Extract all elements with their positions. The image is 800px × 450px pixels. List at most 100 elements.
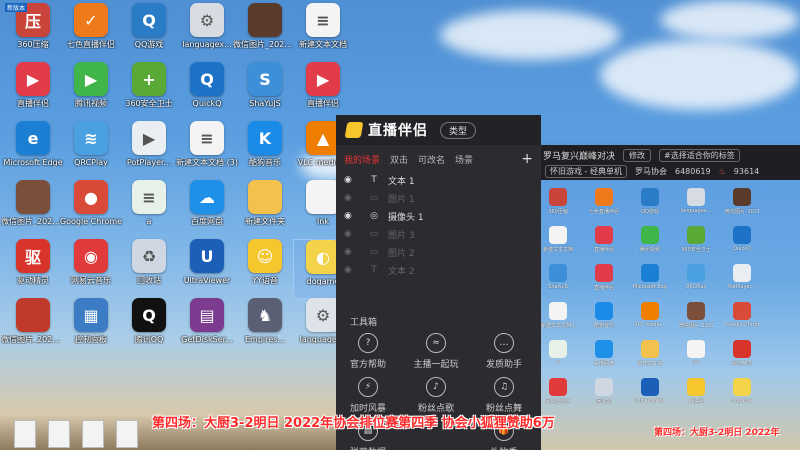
text-file-icon xyxy=(549,340,567,358)
preview-icon-label: 回收站 xyxy=(596,399,612,405)
edit-title-button[interactable]: 修改 xyxy=(623,149,652,162)
tool-storm[interactable]: ⚡ 加时风暴 xyxy=(338,377,398,414)
desktop-icon[interactable]: ♞ Empires... xyxy=(235,298,295,358)
desktop-icon[interactable]: ☁ 百度网盘 xyxy=(177,180,237,240)
taskbar-doc-icon[interactable] xyxy=(14,420,36,448)
desktop-icon[interactable]: ▦ 控制面板 xyxy=(61,298,121,358)
preview-icon: 驱动精灵 xyxy=(727,340,757,372)
tab-scene[interactable]: 场景 xyxy=(455,153,473,166)
stream-info-bar: 罗马复兴巅峰对决 修改 #选择适合你的标签 怀旧游戏 - 经典单机 罗马协会 6… xyxy=(541,145,800,180)
desktop-icon[interactable]: Q 腾讯QQ xyxy=(119,298,179,358)
chrome-icon xyxy=(733,302,751,320)
desktop-icon-label: QQ游戏 xyxy=(134,40,164,49)
source-item[interactable]: ◉ ▭ 图片 3 xyxy=(336,225,541,243)
desktop-icon[interactable]: ≡ 新建文本文档 (3) xyxy=(176,121,238,181)
desktop-icon[interactable]: ▶ 直播伴侣 xyxy=(3,62,63,122)
desktop-icon[interactable]: ≡ 新建文本文档 xyxy=(293,3,353,63)
preview-icon: a xyxy=(543,340,573,372)
tab-double-click[interactable]: 双击 xyxy=(390,153,408,166)
stream-title: 罗马复兴巅峰对决 xyxy=(543,152,616,162)
potplayer-icon: ▶ xyxy=(132,121,166,155)
desktop-icon[interactable]: 新建文件夹 xyxy=(235,180,295,240)
taskbar-doc-icon[interactable] xyxy=(48,420,70,448)
desktop-icon[interactable]: 微信图片_2022010... xyxy=(1,298,65,358)
eye-hidden-icon[interactable]: ◉ xyxy=(344,247,358,257)
desktop-icon-label: 新建文件夹 xyxy=(245,217,285,226)
tool-dance-request[interactable]: ♫ 粉丝点舞 xyxy=(474,377,534,414)
tool-play-together[interactable]: ≈ 主播一起玩 xyxy=(406,333,466,370)
360-guard-icon: + xyxy=(132,62,166,96)
add-scene-button[interactable]: + xyxy=(521,151,533,167)
preview-icon-label: dogame xyxy=(731,398,753,404)
dogame-icon: ◐ xyxy=(306,240,340,274)
desktop-icon[interactable]: 压 360压缩 新版本 xyxy=(3,3,63,63)
desktop-icon[interactable]: ⚙ languagex... xyxy=(177,3,237,63)
eye-hidden-icon[interactable]: ◉ xyxy=(344,193,358,203)
desktop-icon[interactable]: 驱驱动精灵 xyxy=(3,239,63,299)
desktop-icon[interactable]: ▶ 腾讯视频 xyxy=(61,62,121,122)
desktop-icon[interactable]: Q QuickQ xyxy=(177,62,237,122)
tool-more[interactable]: … 发质助手 xyxy=(474,333,534,370)
desktop-icon[interactable]: ☺ YY语音 xyxy=(235,239,295,299)
desktop-icon[interactable]: ▶ PotPlayer... xyxy=(119,121,179,181)
tab-renamable[interactable]: 可改名 xyxy=(418,153,445,166)
desktop-icon[interactable]: 微信图片_2021080... xyxy=(233,3,297,63)
desktop-icon[interactable]: e Microsoft Edge xyxy=(3,121,63,181)
preview-icon-label: languagex... xyxy=(680,208,712,214)
source-item[interactable]: ◉ ▭ 图片 1 xyxy=(336,189,541,207)
eye-hidden-icon[interactable]: ◉ xyxy=(344,265,358,275)
live-assistant-logo-icon xyxy=(344,122,364,138)
preview-icon-label: 网易云音乐 xyxy=(545,399,571,405)
preview-icon: QuickQ xyxy=(727,226,757,258)
preview-icon-label: 微信图片_2021080... xyxy=(725,209,759,215)
desktop-icon[interactable]: ✓ 七色直播伴侣 xyxy=(61,3,121,63)
preview-icon-label: 新建文本文档 (3) xyxy=(541,323,575,329)
eye-hidden-icon[interactable]: ◉ xyxy=(344,229,358,239)
preview-icon: 360压缩 xyxy=(543,188,573,220)
desktop-icon[interactable]: ≡ a xyxy=(119,180,179,240)
desktop-icon[interactable]: 微信图片_2022040... xyxy=(1,180,65,240)
desktop-icon[interactable]: ≋ QRCPlay xyxy=(61,121,121,181)
quickq-icon xyxy=(733,226,751,244)
preview-icon: dogame xyxy=(727,378,757,410)
desktop-icon-label: 回收站 xyxy=(137,276,161,285)
preview-icon-label: 新建文本文档 xyxy=(542,247,573,253)
source-item[interactable]: ◉ T 文本 1 xyxy=(336,171,541,189)
desktop-icon[interactable]: ▤ GetDiskSer... xyxy=(177,298,237,358)
version-badge: 新版本 xyxy=(5,3,28,12)
kugou-icon xyxy=(595,302,613,320)
desktop-icon[interactable]: K 酷狗音乐 xyxy=(235,121,295,181)
desktop-icon[interactable]: ▶ 直播伴侣 xyxy=(293,62,353,122)
desktop-icon[interactable]: ● Google Chrome xyxy=(60,180,122,240)
tab-my-scene[interactable]: 我的场景 xyxy=(344,153,380,166)
category-selector[interactable]: 怀旧游戏 - 经典单机 xyxy=(545,165,627,178)
desktop-icon[interactable]: +360安全卫士 xyxy=(119,62,179,122)
folder-icon xyxy=(641,340,659,358)
image-file-icon xyxy=(16,180,50,214)
source-item[interactable]: ◉ ◎ 摄像头 1 xyxy=(336,207,541,225)
cloud xyxy=(660,0,800,40)
text-file-icon: ≡ xyxy=(132,180,166,214)
tag-selector[interactable]: #选择适合你的标签 xyxy=(659,149,740,162)
tool-song-request[interactable]: ♪ 粉丝点歌 xyxy=(406,377,466,414)
desktop-icon[interactable]: ♻ 回收站 xyxy=(119,239,179,299)
edge-icon xyxy=(641,264,659,282)
desktop-icon-label: 新建文本文档 xyxy=(299,40,347,49)
preview-icon: QQ游戏 xyxy=(635,188,665,220)
desktop-icon[interactable]: U UltraViewer xyxy=(177,239,237,299)
type-button[interactable]: 类型 xyxy=(440,121,477,139)
taskbar-doc-icon[interactable] xyxy=(82,420,104,448)
live-assistant-icon xyxy=(595,226,613,244)
desktop-icon[interactable]: ◉ 网易云音乐 xyxy=(61,239,121,299)
tool-help[interactable]: ? 官方帮助 xyxy=(338,333,398,370)
song-request-icon: ♪ xyxy=(426,377,446,397)
taskbar-doc-icon[interactable] xyxy=(116,420,138,448)
source-item[interactable]: ◉ T 文本 2 xyxy=(336,261,541,279)
tool-label: 发质助手 xyxy=(485,360,522,370)
eye-icon[interactable]: ◉ xyxy=(344,175,358,185)
eye-icon[interactable]: ◉ xyxy=(344,211,358,221)
desktop-icon[interactable]: Q QQ游戏 xyxy=(119,3,179,63)
desktop-icon[interactable]: S ShaYuJS xyxy=(235,62,295,122)
preview-subtitle: 第四场：大厨3-2明日 2022年 xyxy=(654,428,780,438)
source-item[interactable]: ◉ ▭ 图片 2 xyxy=(336,243,541,261)
